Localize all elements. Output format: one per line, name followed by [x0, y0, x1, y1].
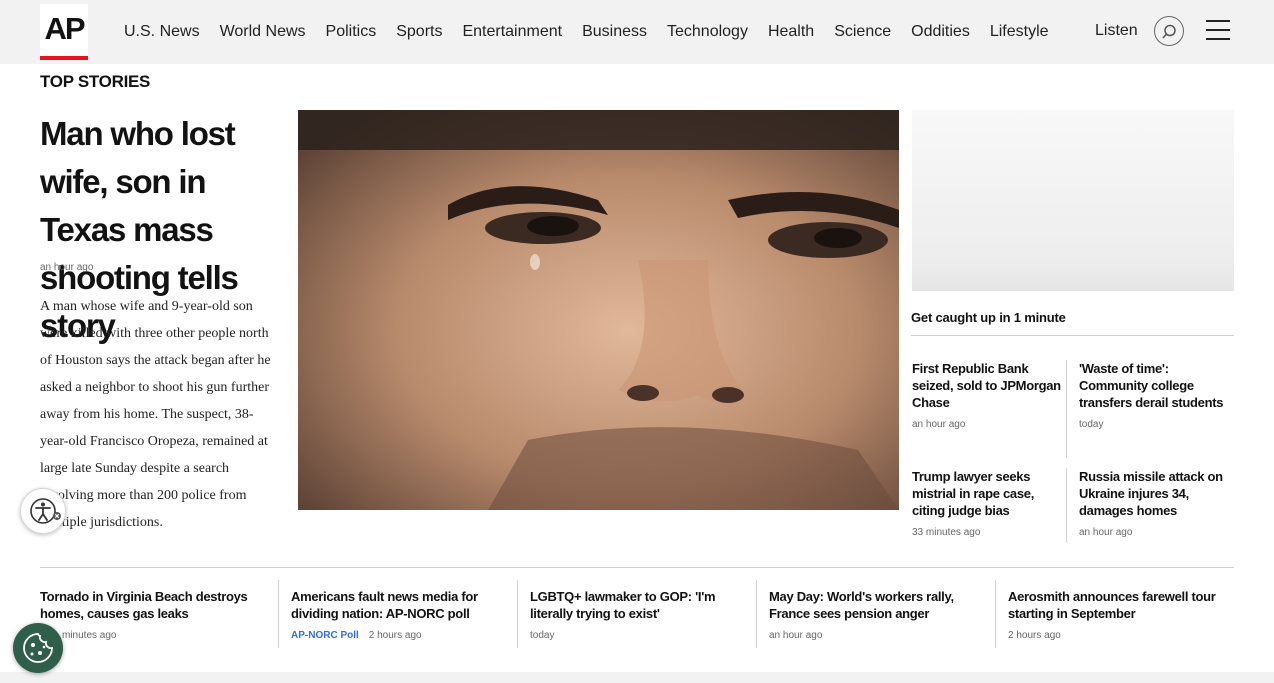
- side-story-headline[interactable]: 'Waste of time': Community college trans…: [1079, 360, 1229, 411]
- search-icon: [1162, 24, 1176, 39]
- divider: [995, 580, 996, 648]
- divider: [40, 567, 1234, 568]
- divider: [1066, 468, 1067, 543]
- side-story-headline[interactable]: Russia missile attack on Ukraine injures…: [1079, 468, 1229, 519]
- lead-photo-image: [298, 110, 899, 510]
- bottom-story-headline[interactable]: Tornado in Virginia Beach destroys homes…: [40, 588, 255, 622]
- bottom-story-card[interactable]: May Day: World's workers rally, France s…: [769, 588, 984, 641]
- bottom-story-card[interactable]: Americans fault news media for dividing …: [291, 588, 506, 641]
- nav-lifestyle[interactable]: Lifestyle: [990, 23, 1049, 41]
- bottom-story-headline[interactable]: LGBTQ+ lawmaker to GOP: 'I'm literally t…: [530, 588, 745, 622]
- bottom-story-time: 2 hours ago: [368, 630, 422, 641]
- side-story-headline[interactable]: Trump lawyer seeks mistrial in rape case…: [912, 468, 1062, 519]
- bottom-story-headline[interactable]: Aerosmith announces farewell tour starti…: [1008, 588, 1223, 622]
- lead-summary: A man whose wife and 9-year-old son were…: [40, 299, 271, 530]
- footer-strip: [0, 672, 1274, 683]
- cookie-settings-icon: [23, 633, 53, 663]
- bottom-story-time: minutes ago: [62, 630, 117, 641]
- side-story-image[interactable]: [912, 110, 1234, 291]
- bottom-story-headline[interactable]: Americans fault news media for dividing …: [291, 588, 506, 622]
- nav-health[interactable]: Health: [768, 23, 814, 41]
- side-story-time: an hour ago: [912, 419, 966, 430]
- accessibility-icon: [30, 498, 61, 524]
- nav-technology[interactable]: Technology: [667, 23, 748, 41]
- cookie-settings-button[interactable]: [13, 623, 63, 673]
- search-button[interactable]: [1154, 16, 1184, 46]
- side-story-card[interactable]: First Republic Bank seized, sold to JPMo…: [912, 360, 1062, 430]
- divider: [1066, 360, 1067, 458]
- nav-us-news[interactable]: U.S. News: [124, 23, 200, 41]
- bottom-story-headline[interactable]: May Day: World's workers rally, France s…: [769, 588, 984, 622]
- top-navigation-bar: AP U.S. News World News Politics Sports …: [0, 0, 1274, 64]
- ap-logo[interactable]: AP: [40, 4, 88, 60]
- side-story-card[interactable]: Trump lawyer seeks mistrial in rape case…: [912, 468, 1062, 538]
- nav-entertainment[interactable]: Entertainment: [462, 23, 562, 41]
- side-story-time: today: [1079, 419, 1104, 430]
- bottom-story-card[interactable]: LGBTQ+ lawmaker to GOP: 'I'm literally t…: [530, 588, 745, 641]
- nav-oddities[interactable]: Oddities: [911, 23, 970, 41]
- side-story-headline[interactable]: First Republic Bank seized, sold to JPMo…: [912, 360, 1062, 411]
- divider: [517, 580, 518, 648]
- nav-sports[interactable]: Sports: [396, 23, 442, 41]
- nav-world-news[interactable]: World News: [220, 23, 306, 41]
- side-story-card[interactable]: Russia missile attack on Ukraine injures…: [1079, 468, 1229, 538]
- caught-up-link[interactable]: Get caught up in 1 minute: [911, 310, 1066, 325]
- nav-politics[interactable]: Politics: [326, 23, 377, 41]
- side-story-card[interactable]: 'Waste of time': Community college trans…: [1079, 360, 1229, 430]
- accessibility-button[interactable]: [20, 488, 66, 534]
- bottom-story-card[interactable]: Tornado in Virginia Beach destroys homes…: [40, 588, 255, 641]
- listen-link[interactable]: Listen: [1095, 22, 1138, 40]
- bottom-story-time: an hour ago: [769, 630, 823, 641]
- divider: [911, 335, 1234, 336]
- bottom-story-time: 2 hours ago: [1008, 630, 1061, 641]
- divider: [278, 580, 279, 648]
- hamburger-menu-icon[interactable]: [1206, 20, 1230, 42]
- lead-photo[interactable]: [298, 110, 899, 510]
- nav-science[interactable]: Science: [834, 23, 891, 41]
- poll-tag-link[interactable]: AP-NORC Poll: [291, 630, 359, 641]
- section-title[interactable]: TOP STORIES: [40, 72, 150, 92]
- logo-text: AP: [44, 11, 85, 46]
- divider: [756, 580, 757, 648]
- side-story-time: an hour ago: [1079, 527, 1133, 538]
- nav-business[interactable]: Business: [582, 23, 647, 41]
- lead-timestamp: an hour ago: [40, 262, 94, 273]
- bottom-story-card[interactable]: Aerosmith announces farewell tour starti…: [1008, 588, 1223, 641]
- main-nav: U.S. News World News Politics Sports Ent…: [124, 0, 1069, 64]
- side-story-time: 33 minutes ago: [912, 527, 981, 538]
- bottom-story-time: today: [530, 630, 555, 641]
